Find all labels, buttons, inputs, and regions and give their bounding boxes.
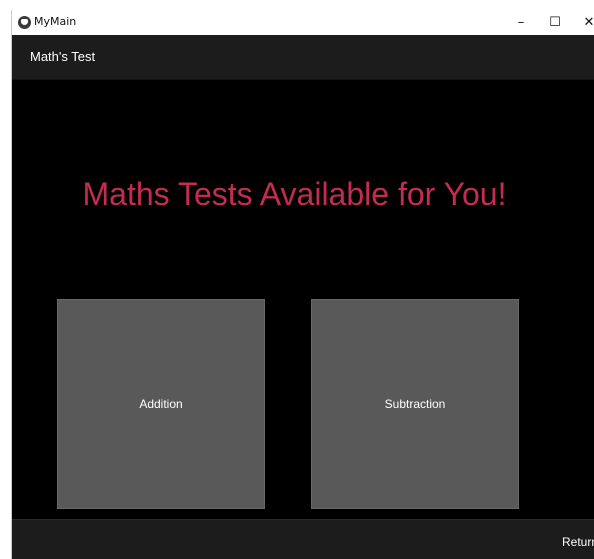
window-title: MyMain — [34, 15, 77, 28]
app-header-title: Math's Test — [30, 49, 96, 64]
subtraction-test-label: Subtraction — [384, 397, 446, 411]
app-window: MyMain – ☐ ✕ Math's Test Maths Tests Ava… — [11, 10, 594, 559]
addition-test-button[interactable]: Addition — [57, 299, 265, 509]
addition-test-label: Addition — [139, 397, 183, 411]
close-button[interactable]: ✕ — [572, 10, 594, 35]
app-logo-icon — [18, 16, 31, 29]
maximize-button[interactable]: ☐ — [538, 10, 572, 35]
subtraction-test-button[interactable]: Subtraction — [311, 299, 519, 509]
window-titlebar[interactable]: MyMain – ☐ ✕ — [12, 10, 594, 35]
page-headline: Maths Tests Available for You! — [82, 176, 507, 212]
bottom-bar: Return — [12, 519, 594, 559]
app-header-bar: Math's Test — [12, 35, 594, 80]
minimize-button[interactable]: – — [504, 10, 538, 35]
return-button[interactable]: Return — [562, 534, 594, 550]
